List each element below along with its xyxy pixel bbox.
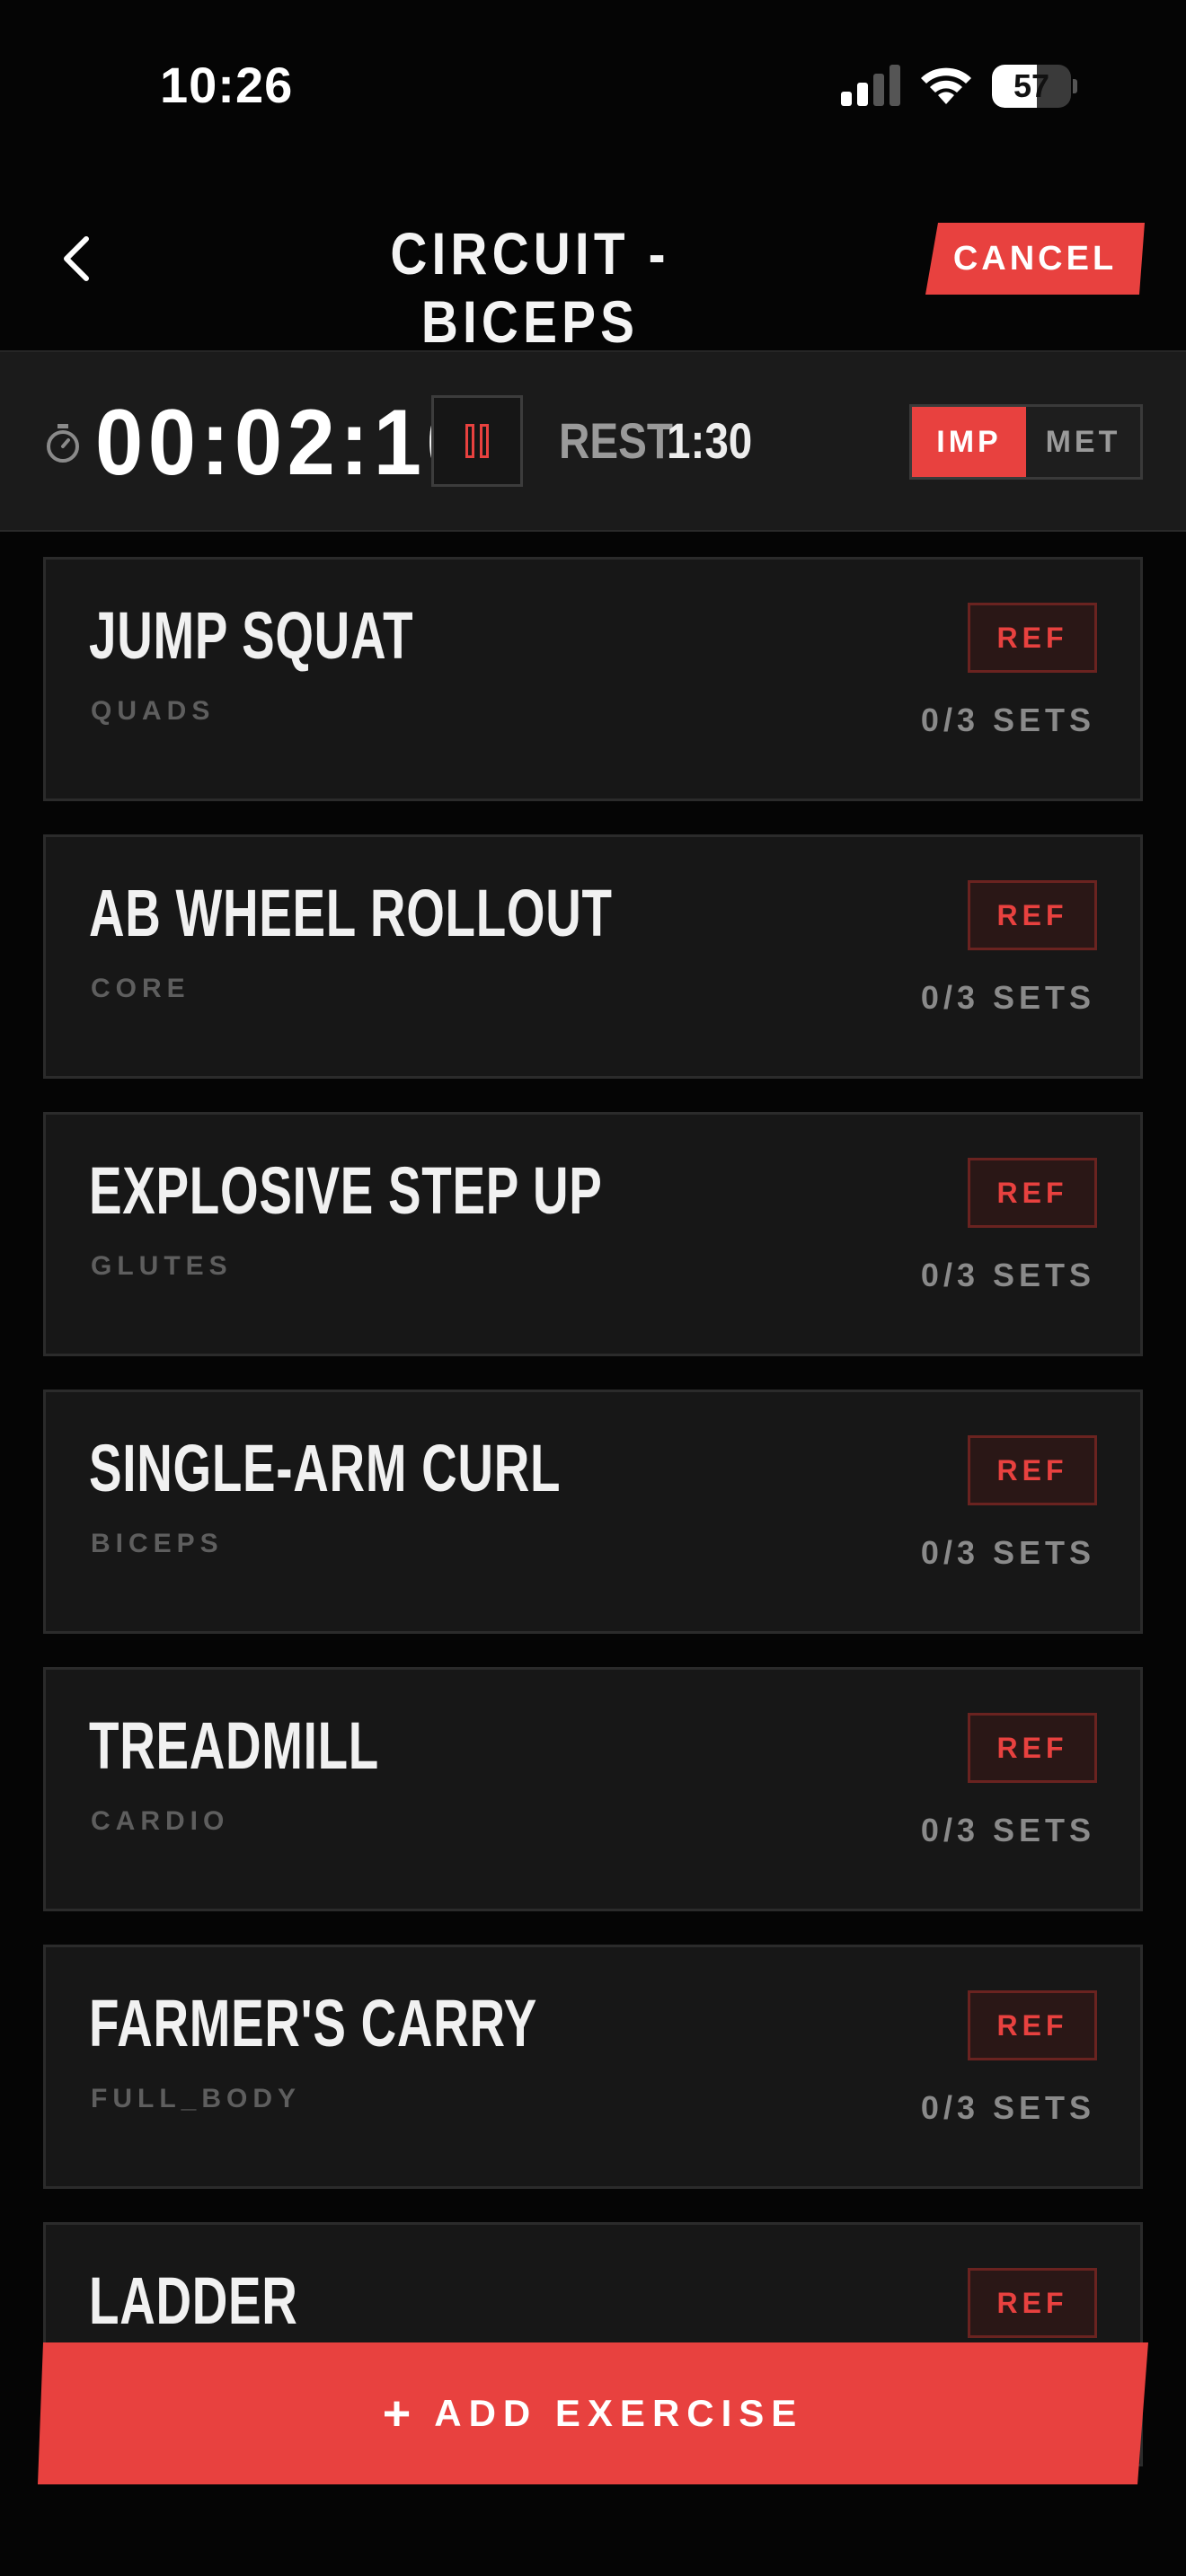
exercise-sets-progress: 0/3 SETS [920,701,1095,738]
ref-button[interactable]: REF [968,603,1097,673]
exercise-card[interactable]: EXPLOSIVE STEP UP GLUTES REF 0/3 SETS [43,1112,1143,1356]
pause-button[interactable] [431,395,523,487]
exercise-name: FARMER'S CARRY [89,1986,538,2060]
ref-button[interactable]: REF [968,1990,1097,2060]
battery-percent: 57 [1013,67,1050,104]
exercise-muscle-group: GLUTES [91,1251,233,1281]
wifi-icon [921,67,971,104]
add-exercise-label: ADD EXERCISE [434,2392,804,2434]
exercise-muscle-group: BICEPS [91,1529,224,1558]
exercise-name: JUMP SQUAT [89,598,414,673]
exercise-muscle-group: QUADS [91,696,216,726]
exercise-muscle-group: CARDIO [91,1806,230,1836]
exercise-name: TREADMILL [89,1708,380,1783]
ref-button[interactable]: REF [968,1713,1097,1783]
exercise-name: AB WHEEL ROLLOUT [89,876,613,950]
exercise-name: EXPLOSIVE STEP UP [89,1153,603,1228]
exercise-sets-progress: 0/3 SETS [920,1257,1095,1293]
chevron-left-icon [64,236,89,281]
ref-button[interactable]: REF [968,2268,1097,2338]
unit-toggle: IMP MET [909,404,1143,480]
exercise-card[interactable]: FARMER'S CARRY FULL_BODY REF 0/3 SETS [43,1945,1143,2189]
exercise-sets-progress: 0/3 SETS [920,2089,1095,2126]
battery-indicator: 57 [992,65,1077,108]
back-button[interactable] [52,225,102,293]
exercise-sets-progress: 0/3 SETS [920,1534,1095,1571]
exercise-card[interactable]: TREADMILL CARDIO REF 0/3 SETS [43,1667,1143,1911]
cancel-button[interactable]: CANCEL [925,223,1145,295]
plus-icon: + [382,2386,412,2440]
ref-button[interactable]: REF [968,880,1097,950]
elapsed-timer: 00:02:10 [95,391,480,495]
status-bar: 10:26 57 [0,0,1186,171]
stopwatch-icon [47,424,79,463]
ref-button[interactable]: REF [968,1435,1097,1505]
exercise-muscle-group: CORE [91,974,190,1003]
exercise-sets-progress: 0/3 SETS [920,979,1095,1016]
cellular-signal-icon [841,65,900,106]
exercise-name: SINGLE-ARM CURL [89,1431,562,1505]
exercise-card[interactable]: SINGLE-ARM CURL BICEPS REF 0/3 SETS [43,1389,1143,1634]
exercise-muscle-group: FULL_BODY [91,2084,301,2113]
unit-option-met[interactable]: MET [1026,407,1140,477]
status-time: 10:26 [160,57,294,113]
rest-value[interactable]: 1:30 [667,411,752,470]
unit-option-imp[interactable]: IMP [912,407,1026,477]
exercise-sets-progress: 0/3 SETS [920,1812,1095,1848]
exercise-card[interactable]: AB WHEEL ROLLOUT CORE REF 0/3 SETS [43,834,1143,1079]
exercise-card[interactable]: JUMP SQUAT QUADS REF 0/3 SETS [43,557,1143,801]
add-exercise-button[interactable]: + ADD EXERCISE [38,2342,1148,2484]
ref-button[interactable]: REF [968,1158,1097,1228]
exercise-name: LADDER [89,2263,298,2338]
rest-label: REST [559,412,673,469]
page-title: CIRCUIT - BICEPS [390,220,670,355]
pause-icon [465,424,474,458]
